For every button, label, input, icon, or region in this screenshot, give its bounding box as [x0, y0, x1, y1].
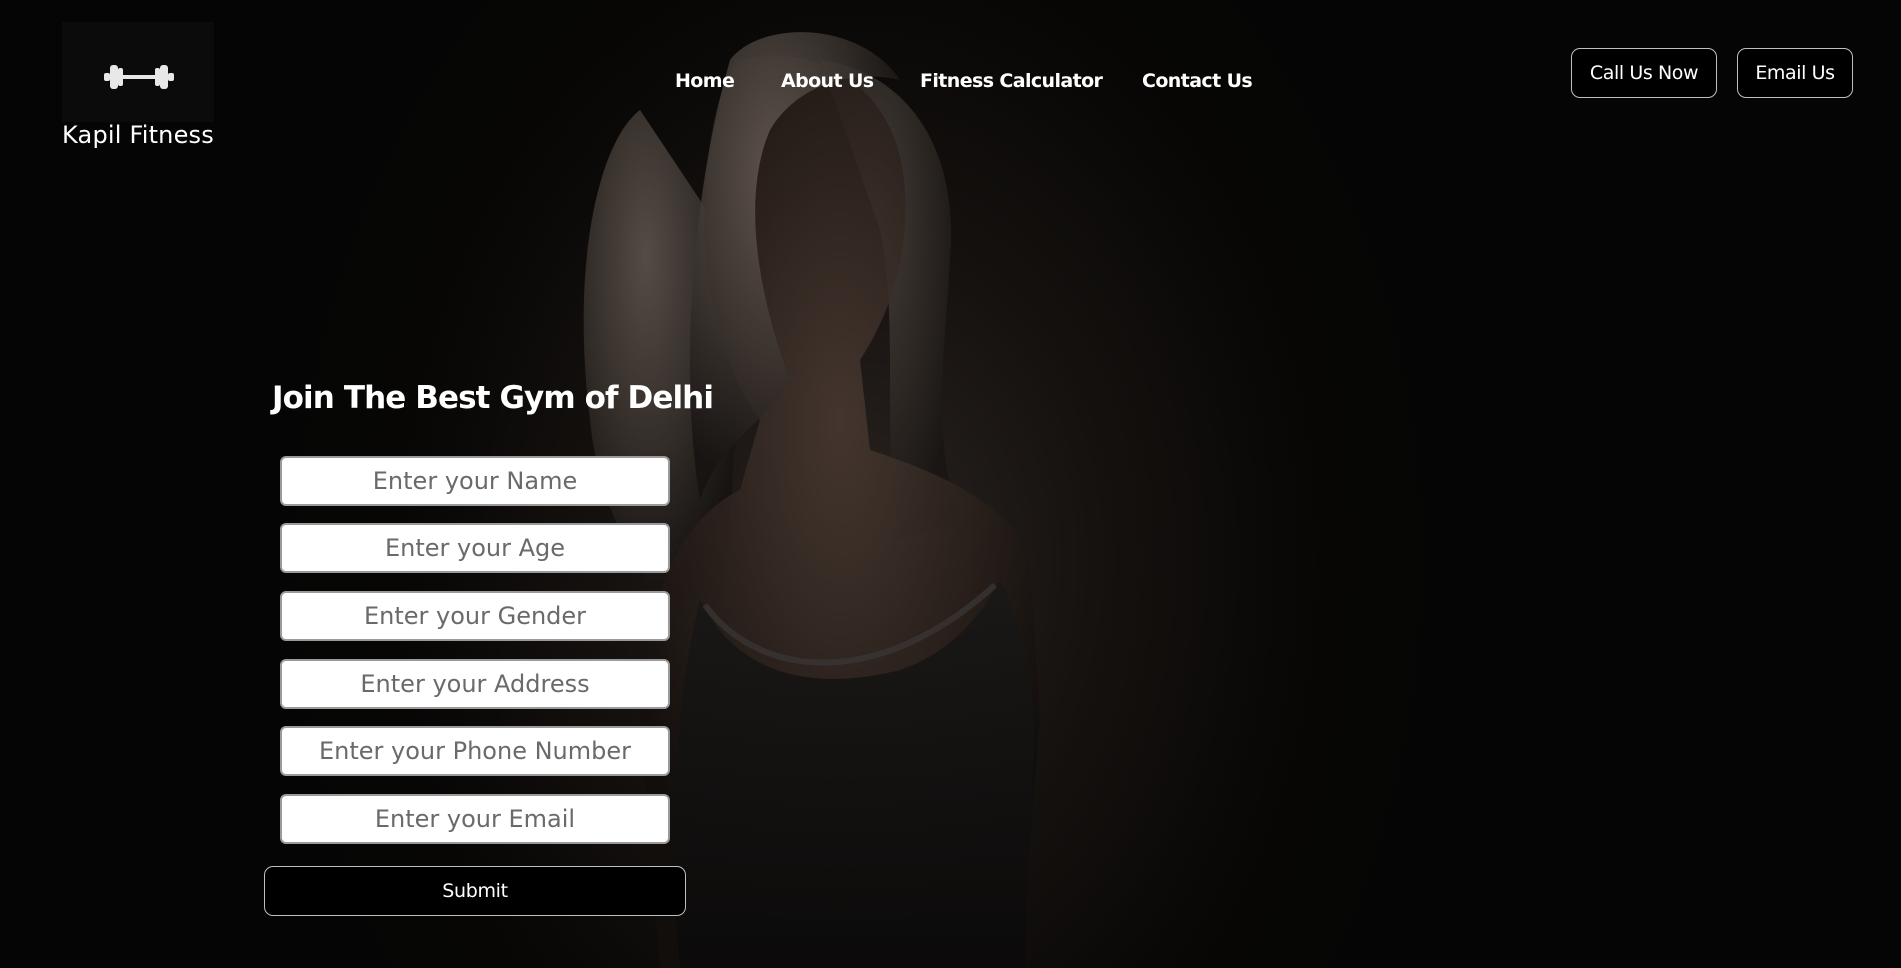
brand-logo[interactable] — [62, 22, 214, 122]
nav-contact-us-link[interactable]: Contact Us — [1142, 70, 1253, 92]
address-input[interactable] — [280, 659, 670, 709]
submit-button[interactable]: Submit — [264, 866, 686, 916]
nav-about-us-link[interactable]: About Us — [781, 70, 874, 92]
nav-fitness-calculator-link[interactable]: Fitness Calculator — [920, 70, 1103, 92]
age-input[interactable] — [280, 523, 670, 573]
phone-number-input[interactable] — [280, 726, 670, 776]
call-us-now-button[interactable]: Call Us Now — [1571, 48, 1717, 98]
dumbbell-icon — [104, 62, 174, 96]
hero-page: Kapil Fitness Home About Us Fitness Calc… — [0, 0, 1901, 968]
form-title: Join The Best Gym of Delhi — [272, 380, 714, 416]
gender-input[interactable] — [280, 591, 670, 641]
email-us-button[interactable]: Email Us — [1737, 48, 1853, 98]
email-input[interactable] — [280, 794, 670, 844]
name-input[interactable] — [280, 456, 670, 506]
brand-name: Kapil Fitness — [62, 121, 214, 149]
nav-home-link[interactable]: Home — [675, 70, 735, 92]
